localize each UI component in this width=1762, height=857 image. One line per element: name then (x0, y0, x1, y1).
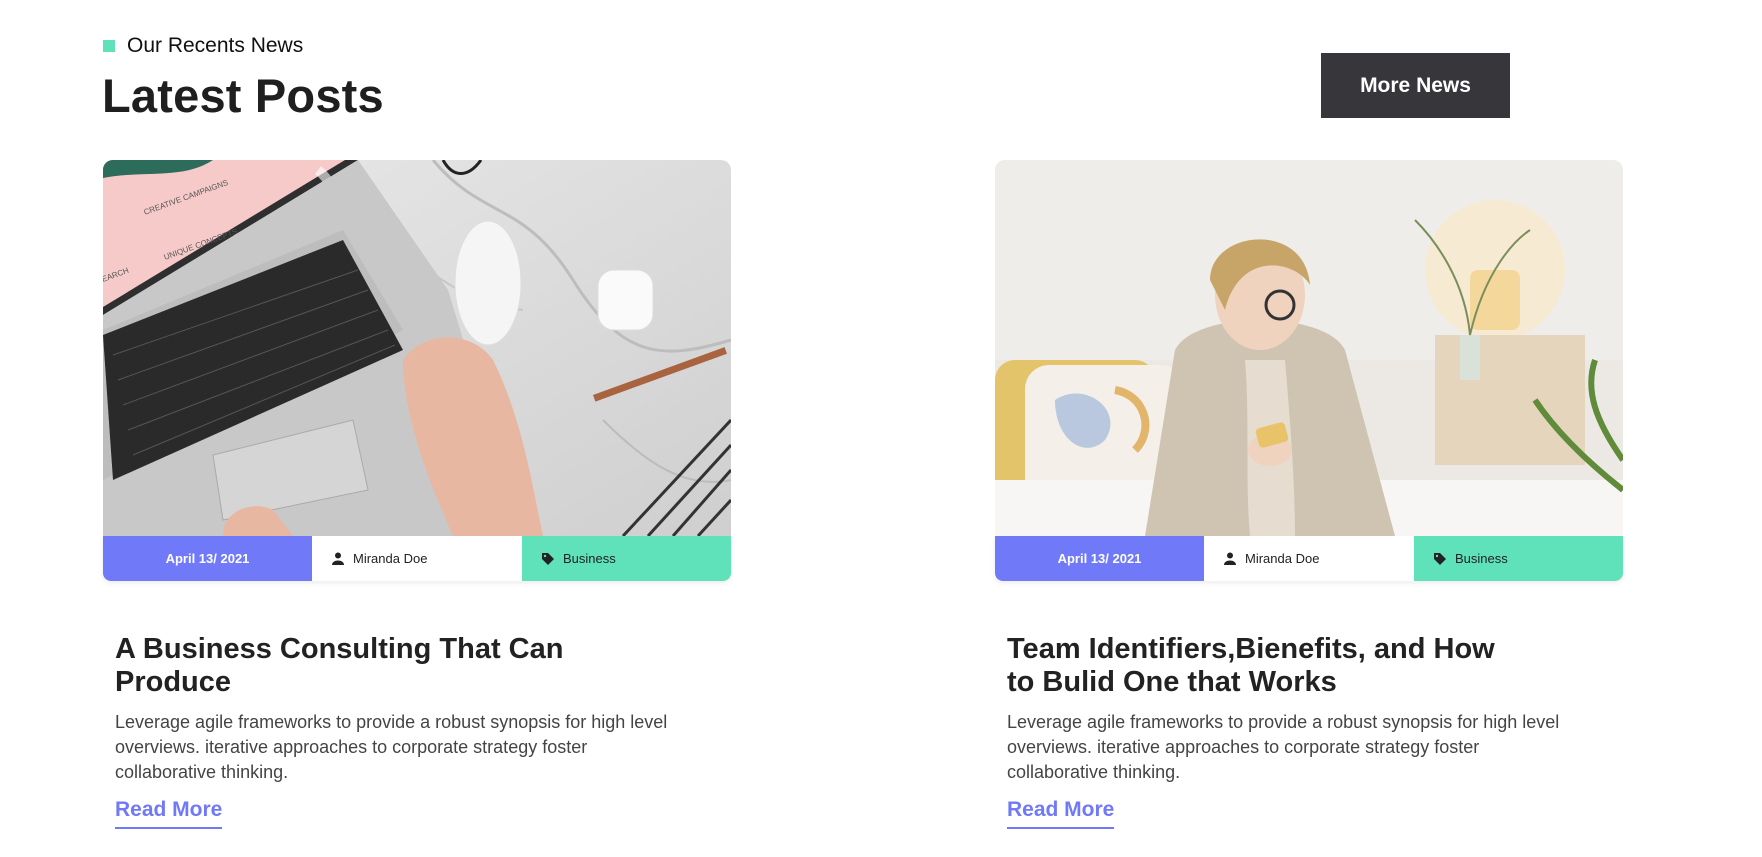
read-more-link[interactable]: Read More (115, 798, 223, 829)
author-name: Miranda Doe (1245, 551, 1320, 566)
post-author[interactable]: Miranda Doe (312, 536, 522, 581)
post-date: April 13/ 2021 (103, 536, 312, 581)
eyebrow-text: Our Recents News (127, 34, 304, 57)
user-icon (332, 552, 344, 565)
post-image-laptop[interactable]: CREATIVE CAMPAIGNS UNIQUE CONCEPTS EARCH (103, 160, 731, 536)
post-title[interactable]: A Business Consulting That Can Produce (115, 633, 615, 699)
author-name: Miranda Doe (353, 551, 428, 566)
post-card: CREATIVE CAMPAIGNS UNIQUE CONCEPTS EARCH (103, 160, 731, 829)
post-excerpt: Leverage agile frameworks to provide a r… (1007, 712, 1560, 782)
section-title: Latest Posts (102, 69, 384, 122)
section-eyebrow: Our Recents News (103, 34, 303, 58)
category-label: Business (563, 551, 616, 566)
eyebrow-square-icon (103, 40, 115, 52)
post-date: April 13/ 2021 (995, 536, 1204, 581)
post-image-woman-phone[interactable] (995, 160, 1623, 536)
more-news-button[interactable]: More News (1321, 53, 1510, 118)
post-meta: April 13/ 2021 Miranda Doe Business (995, 536, 1623, 581)
tag-icon (542, 552, 554, 565)
post-card: April 13/ 2021 Miranda Doe Business Team… (995, 160, 1623, 829)
post-author[interactable]: Miranda Doe (1204, 536, 1414, 581)
user-icon (1224, 552, 1236, 565)
post-title[interactable]: Team Identifiers,Bienefits, and How to B… (1007, 633, 1507, 699)
post-category[interactable]: Business (522, 536, 731, 581)
post-category[interactable]: Business (1414, 536, 1623, 581)
category-label: Business (1455, 551, 1508, 566)
post-meta: April 13/ 2021 Miranda Doe Business (103, 536, 731, 581)
read-more-link[interactable]: Read More (1007, 798, 1115, 829)
tag-icon (1434, 552, 1446, 565)
post-excerpt: Leverage agile frameworks to provide a r… (115, 712, 668, 782)
